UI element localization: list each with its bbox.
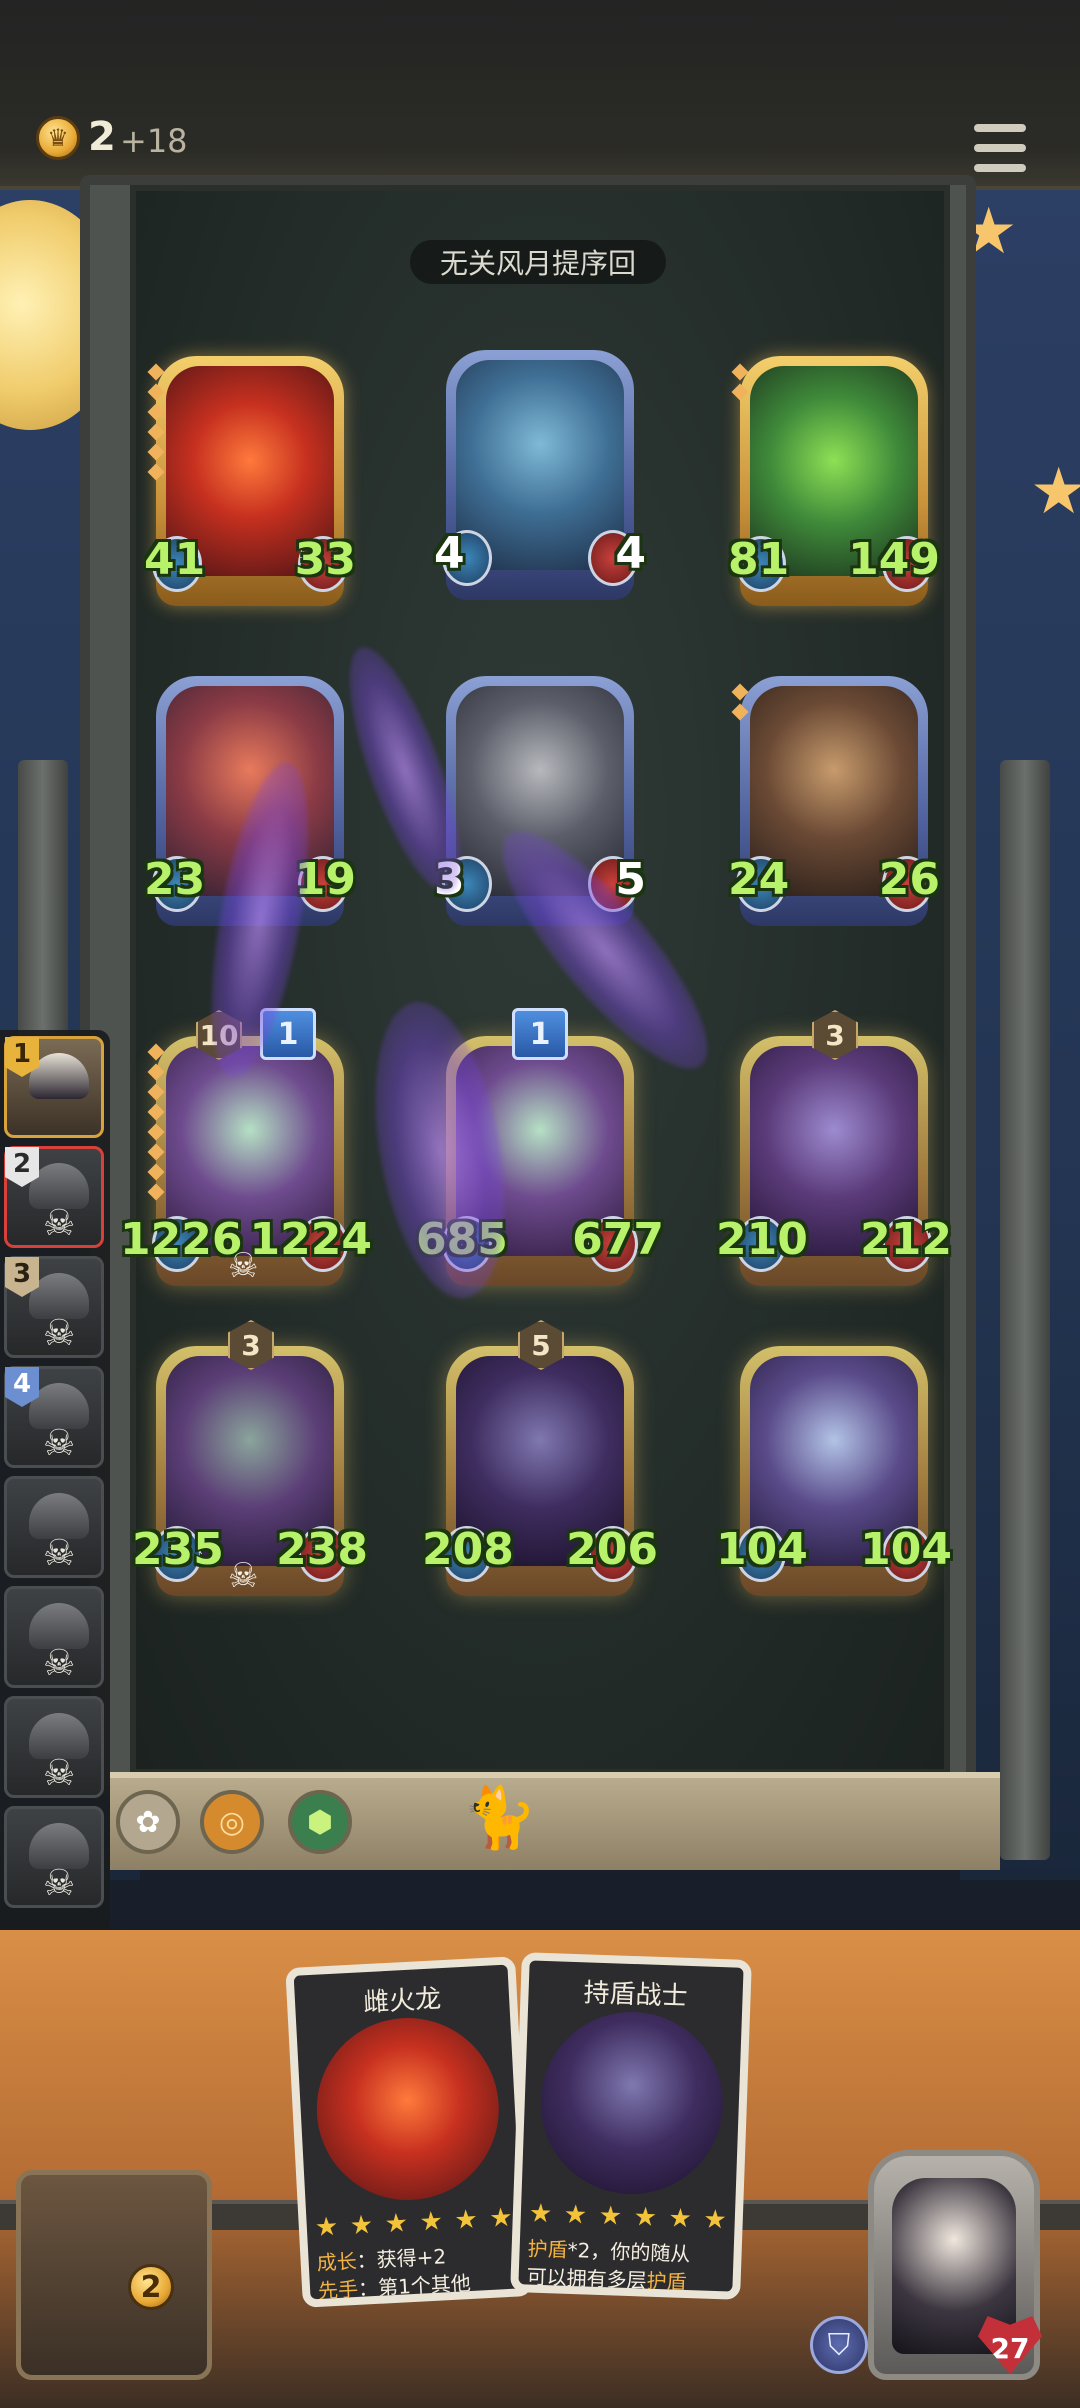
unit-fire-dragon[interactable]: 41 33 — [144, 356, 356, 606]
unit-attack: 235 — [132, 1524, 224, 1575]
card-name: 雌火龙 — [362, 1984, 442, 2019]
upgrade-pips — [731, 363, 749, 401]
unit-health: 212 — [860, 1214, 952, 1265]
card-description: 护盾*2，你的随从 可以拥有多层护盾 — [526, 2234, 726, 2297]
unit-health: 1224 — [249, 1214, 372, 1265]
unit-young-wizard[interactable]: 104 104 — [716, 1346, 952, 1596]
card-art — [537, 2008, 726, 2198]
unit-attack: 208 — [422, 1524, 514, 1575]
roster-slot-6[interactable]: ☠ — [4, 1586, 104, 1688]
card-keyword: 护盾 — [646, 2268, 688, 2295]
skull-icon: ☠ — [43, 1203, 76, 1244]
tray-slot-flower-icon[interactable]: ✿ — [116, 1790, 180, 1854]
roster-slot-4[interactable]: 4 ☠ — [4, 1366, 104, 1468]
top-bar: ♛ 2 +18 — [0, 0, 1080, 190]
opponent-name: 无关风月提序回 — [410, 240, 666, 284]
hand-card-fire-dragon[interactable]: 雌火龙 ★★★★★★ 成长：获得+2 先手：第1个其他 得本随从一半的 — [285, 1956, 533, 2308]
skull-icon: ☠ — [43, 1753, 76, 1794]
unit-attack: 23 — [144, 854, 206, 905]
death-skull-icon: ☠ — [228, 1246, 259, 1286]
unit-attack: 24 — [728, 854, 790, 905]
unit-attack: 41 — [144, 534, 206, 585]
roster-slot-2[interactable]: 2 ☠ — [4, 1146, 104, 1248]
unit-health: 677 — [572, 1214, 664, 1265]
unit-green-beast[interactable]: 81 149 — [728, 356, 940, 606]
unit-attack: 104 — [716, 1524, 808, 1575]
roster-slot-5[interactable]: ☠ — [4, 1476, 104, 1578]
upgrade-pips — [147, 1043, 165, 1201]
tray-slot-hex-icon[interactable]: ⬢ — [288, 1790, 352, 1854]
tray-slot-ring-icon[interactable]: ◎ — [200, 1790, 264, 1854]
unit-horse-knight-left[interactable]: 10 1 1226 1224 ☠ — [120, 1008, 372, 1286]
skull-icon: ☠ — [43, 1533, 76, 1574]
card-stars: ★ ★ ★ ★ ★ ★ — [528, 2198, 728, 2236]
card-text-line: 可以拥有多层 — [526, 2264, 648, 2293]
unit-attack: 81 — [728, 534, 790, 585]
hand-card-shield-warrior[interactable]: 持盾战士 ★ ★ ★ ★ ★ ★ 护盾*2，你的随从 可以拥有多层护盾 — [510, 1952, 752, 2300]
roster-slot-7[interactable]: ☠ — [4, 1696, 104, 1798]
unit-armored-knight[interactable]: 3 235 238 ☠ — [132, 1320, 368, 1596]
unit-health: 5 — [615, 854, 646, 905]
skull-icon: ☠ — [43, 1863, 76, 1904]
unit-blue-dragon[interactable]: 4 4 — [434, 350, 646, 600]
cat-icon: 🐈 — [462, 1783, 537, 1853]
card-description: 成长：获得+2 先手：第1个其他 得本随从一半的 — [316, 2239, 518, 2308]
pillar-right — [1000, 760, 1050, 1860]
death-skull-icon: ☠ — [228, 1556, 259, 1596]
pillar-left — [18, 760, 68, 1060]
upgrade-pips — [731, 683, 749, 721]
card-keyword: 先手 — [317, 2276, 359, 2303]
unit-attack: 1226 — [120, 1214, 243, 1265]
unit-health: 33 — [294, 534, 356, 585]
unit-attack: 210 — [716, 1214, 808, 1265]
unit-cowboy-gunslinger[interactable]: 24 26 — [728, 676, 940, 926]
shield-icon[interactable]: ⛉ — [810, 2316, 868, 2374]
unit-tier-badge: 1 — [512, 1008, 568, 1060]
card-text-line: ：获得+2 — [356, 2244, 447, 2273]
menu-icon-bar — [974, 124, 1026, 132]
player-roster: 1 2 ☠ 3 ☠ 4 ☠ ☠ ☠ ☠ ☠ — [0, 1030, 110, 1950]
treasure-chest-button[interactable] — [16, 2170, 212, 2380]
skull-icon: ☠ — [43, 1313, 76, 1354]
star-icon: ★ — [1030, 455, 1080, 529]
chest-count: 2 — [128, 2264, 174, 2310]
card-art — [312, 2013, 504, 2205]
card-name: 持盾战士 — [583, 1978, 689, 2012]
skull-icon: ☠ — [43, 1423, 76, 1464]
roster-slot-3[interactable]: 3 ☠ — [4, 1256, 104, 1358]
card-text-line: ：第1个其他 — [357, 2270, 472, 2301]
unit-health: 238 — [276, 1524, 368, 1575]
card-text-line: *2，你的随从 — [567, 2237, 691, 2267]
gold-amount: 2 — [88, 114, 116, 160]
unit-health: 4 — [615, 528, 646, 579]
unit-health: 206 — [566, 1524, 658, 1575]
gold-coin-icon: ♛ — [36, 116, 80, 160]
unit-health: 26 — [878, 854, 940, 905]
unit-health: 104 — [860, 1524, 952, 1575]
unit-shadow-mage[interactable]: 3 210 212 — [716, 1010, 952, 1286]
roster-slot-1[interactable]: 1 — [4, 1036, 104, 1138]
card-keyword: 成长 — [316, 2248, 358, 2275]
menu-icon-bar — [974, 164, 1026, 172]
gold-income: +18 — [120, 122, 188, 160]
card-stars: ★ ★ ★ ★ ★ ★ — [314, 2202, 514, 2244]
menu-icon-bar — [974, 144, 1026, 152]
menu-button[interactable] — [974, 124, 1026, 172]
unit-health: 149 — [848, 534, 940, 585]
card-keyword: 护盾 — [527, 2236, 569, 2262]
unit-attack: 4 — [434, 528, 465, 579]
unit-shield-warrior[interactable]: 5 208 206 — [422, 1320, 658, 1596]
skull-icon: ☠ — [43, 1643, 76, 1684]
upgrade-pips — [147, 363, 165, 481]
game-scene: ★ ★ ★ ♛ 2 +18 无关风月提序回 41 33 4 4 — [0, 0, 1080, 2408]
roster-slot-8[interactable]: ☠ — [4, 1806, 104, 1908]
